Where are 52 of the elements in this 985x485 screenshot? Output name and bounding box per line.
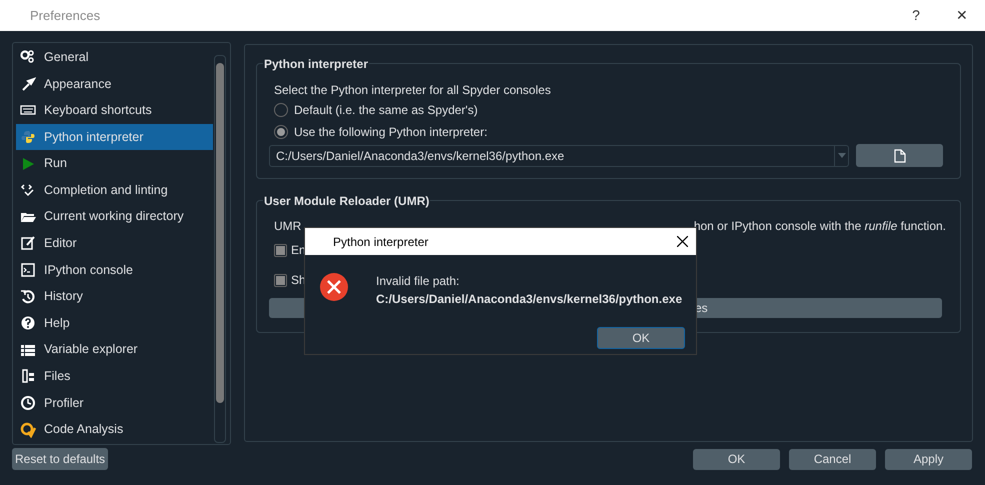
code-check-icon (20, 182, 36, 198)
sidebar-item[interactable]: Keyboard shortcuts (16, 97, 213, 124)
file-path-text: C:/Users/Daniel/Anaconda3/envs/kernel36/python.exe (376, 291, 682, 308)
checkbox[interactable] (274, 274, 287, 286)
description-text: UMR (274, 218, 302, 235)
reset-button[interactable]: Reset to defaults (12, 448, 108, 470)
dropdown-icon (834, 146, 848, 166)
sidebar-item[interactable]: Completion and linting (16, 176, 213, 204)
close-button[interactable]: ✕ (939, 0, 985, 31)
checkbox[interactable] (274, 244, 287, 256)
sidebar-item[interactable]: Appearance (16, 70, 213, 98)
sidebar-item[interactable]: IPython console (16, 256, 213, 284)
sidebar-item[interactable]: Files (16, 363, 213, 390)
sidebar-item[interactable]: Run (16, 150, 213, 177)
sidebar-item[interactable]: Code Analysis (16, 416, 213, 443)
sidebar-item[interactable]: General (16, 44, 213, 71)
sidebar-item[interactable]: Variable explorer (16, 336, 213, 364)
python-icon (20, 129, 36, 146)
radio-option[interactable]: Use the following Python interpreter: (274, 121, 943, 143)
file-icon (894, 148, 906, 162)
sidebar-item[interactable]: History (16, 283, 213, 310)
error-icon (319, 272, 349, 302)
sidebar-item[interactable]: Help (16, 310, 213, 337)
cancel-button[interactable]: Cancel (789, 448, 876, 470)
check-icon (20, 422, 36, 438)
message-text: Invalid file path: (376, 273, 460, 290)
apply-button[interactable]: Apply (885, 448, 972, 470)
files-icon (20, 368, 36, 384)
sidebar-item[interactable]: Current working directory (16, 204, 213, 230)
edit-icon (20, 235, 36, 252)
help-icon (20, 315, 36, 332)
path-combobox[interactable]: C:/Users/Daniel/Anaconda3/envs/kernel36/python.exe (269, 144, 849, 166)
radio-button[interactable] (274, 103, 288, 117)
window-title: Preferences (30, 6, 100, 25)
clock-icon (20, 395, 36, 412)
radio-button[interactable] (274, 125, 288, 139)
ok-button[interactable]: OK (597, 327, 685, 349)
browse-button[interactable] (856, 144, 943, 167)
terminal-icon (20, 262, 36, 278)
description-text: Select the Python interpreter for all Spyder consoles (274, 82, 552, 99)
sidebar-item[interactable]: Editor (16, 230, 213, 257)
help-button[interactable]: ? (893, 0, 939, 31)
scrollbar[interactable] (214, 55, 226, 443)
play-icon (20, 156, 36, 172)
close-icon (676, 236, 688, 247)
sidebar-item[interactable]: Python interpreter (16, 124, 213, 150)
dialog-title: Python interpreter (333, 234, 428, 250)
history-icon (20, 288, 36, 305)
ok-button[interactable]: OK (693, 448, 780, 470)
radio-option[interactable]: Default (i.e. the same as Spyder's) (274, 99, 943, 121)
sidebar-item[interactable]: Profiler (16, 390, 213, 416)
gears-icon (20, 49, 36, 66)
